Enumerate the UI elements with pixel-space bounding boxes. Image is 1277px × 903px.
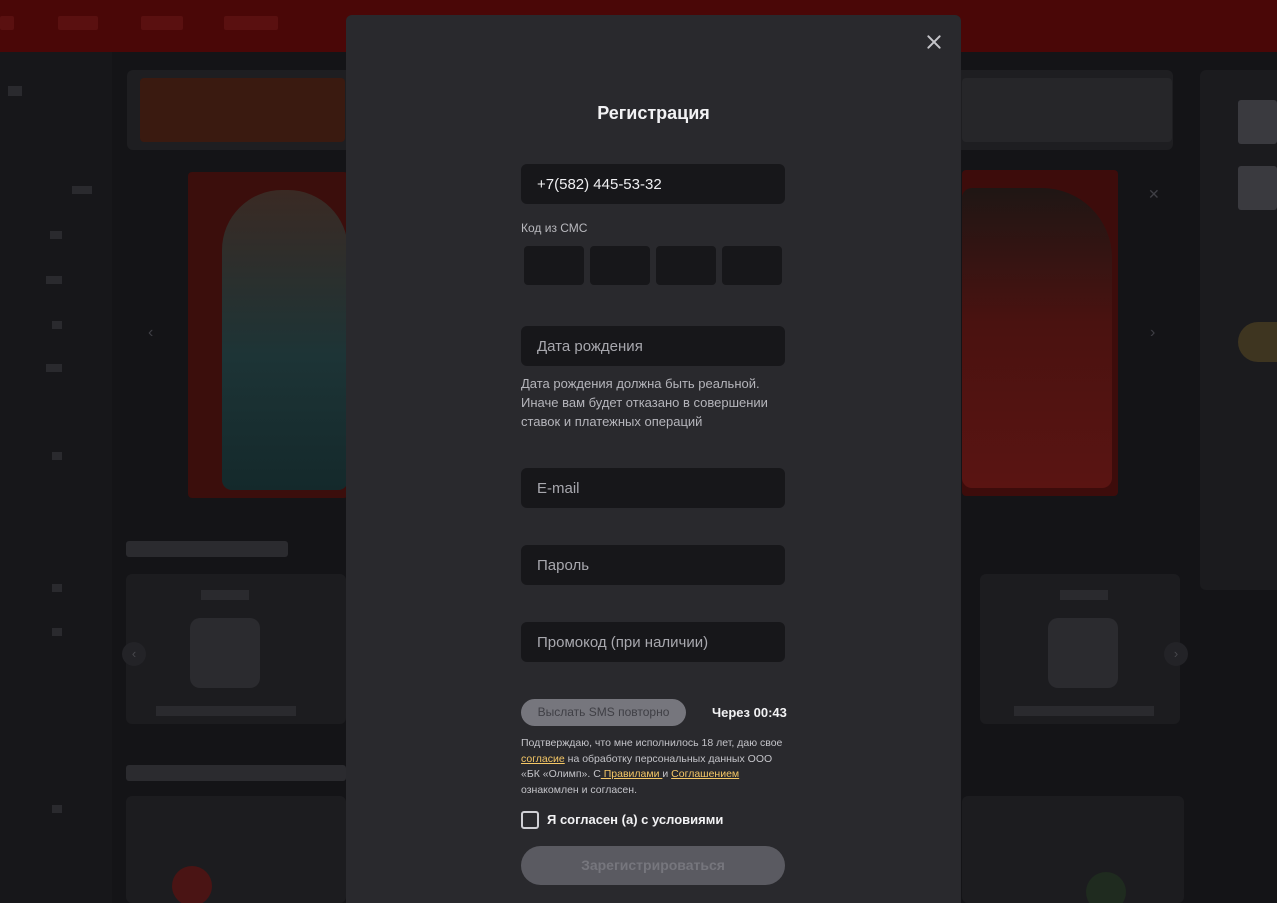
background-team-logo [190,618,260,688]
sms-code-digit-1[interactable] [524,246,584,285]
background-right-heading [1238,100,1277,144]
promo-code-input[interactable] [521,622,785,662]
background-card [962,796,1184,903]
birth-date-hint: Дата рождения должна быть реальной. Инач… [521,376,768,429]
chevron-right-icon: › [1164,642,1188,666]
promo-code-field[interactable] [521,622,785,662]
background-sidebar-mark [52,584,62,592]
background-card-label [1060,590,1108,600]
background-nav-item [0,16,14,30]
birth-date-field[interactable] [521,326,785,366]
sms-code-label: Код из СМС [521,221,588,235]
background-sidebar-mark [52,321,62,329]
agree-checkbox[interactable] [521,811,539,829]
background-player-image [962,188,1112,488]
background-section-title [126,765,346,781]
background-card-label [201,590,249,600]
phone-input[interactable] [521,164,785,204]
background-player-image [222,190,348,490]
consent-text: Подтверждаю, что мне исполнилось 18 лет,… [521,736,783,798]
background-promo-tile [140,78,345,142]
chevron-left-icon: ‹ [148,324,154,341]
background-right-button [1238,322,1277,362]
background-nav-item [58,16,98,30]
background-sidebar-mark [50,231,62,239]
email-input[interactable] [521,468,785,508]
consent-text-part: и [662,768,672,780]
resend-sms-button[interactable]: Выслать SMS повторно [521,699,686,726]
background-team-logo [172,866,212,903]
registration-modal: Регистрация Код из СМС Дата рождения дол… [346,15,961,903]
consent-text-part: ознакомлен и согласен. [521,783,637,796]
consent-text-part: Подтверждаю, что мне исполнилось 18 лет,… [521,737,783,749]
password-field[interactable] [521,545,785,585]
sms-code-digit-4[interactable] [722,246,782,285]
password-input[interactable] [521,545,785,585]
background-sidebar-mark [46,276,62,284]
phone-field[interactable] [521,164,785,204]
background-sidebar-mark [52,805,62,813]
background-card [126,796,346,903]
chevron-left-icon: ‹ [122,642,146,666]
agree-checkbox-label[interactable]: Я согласен (а) с условиями [547,812,723,827]
rules-link[interactable]: Правилами [601,768,663,780]
email-field[interactable] [521,468,785,508]
background-card-label [156,706,296,716]
chevron-right-icon: › [1150,324,1156,341]
background-card-label [1014,706,1154,716]
background-sidebar-mark [52,452,62,460]
register-button[interactable]: Зарегистрироваться [521,846,785,885]
birth-date-input[interactable] [521,326,785,366]
background-nav-item [224,16,278,30]
background-team-logo [1048,618,1118,688]
agreement-link[interactable]: Соглашением [671,768,739,780]
background-left-sidebar [0,52,112,903]
background-section-title [126,541,288,557]
background-sidebar-mark [72,186,92,194]
modal-title: Регистрация [597,103,710,123]
resend-timer: Через 00:43 [712,705,787,720]
background-sidebar-mark [8,86,22,96]
close-icon[interactable] [922,30,946,54]
close-icon: ✕ [1148,186,1160,202]
sms-code-digit-3[interactable] [656,246,716,285]
background-sidebar-mark [46,364,62,372]
background-right-heading [1238,166,1277,210]
background-nav-item [141,16,183,30]
background-sidebar-mark [52,628,62,636]
background-promo-tile [962,78,1172,142]
consent-link[interactable]: согласие [521,753,565,765]
sms-code-digit-2[interactable] [590,246,650,285]
